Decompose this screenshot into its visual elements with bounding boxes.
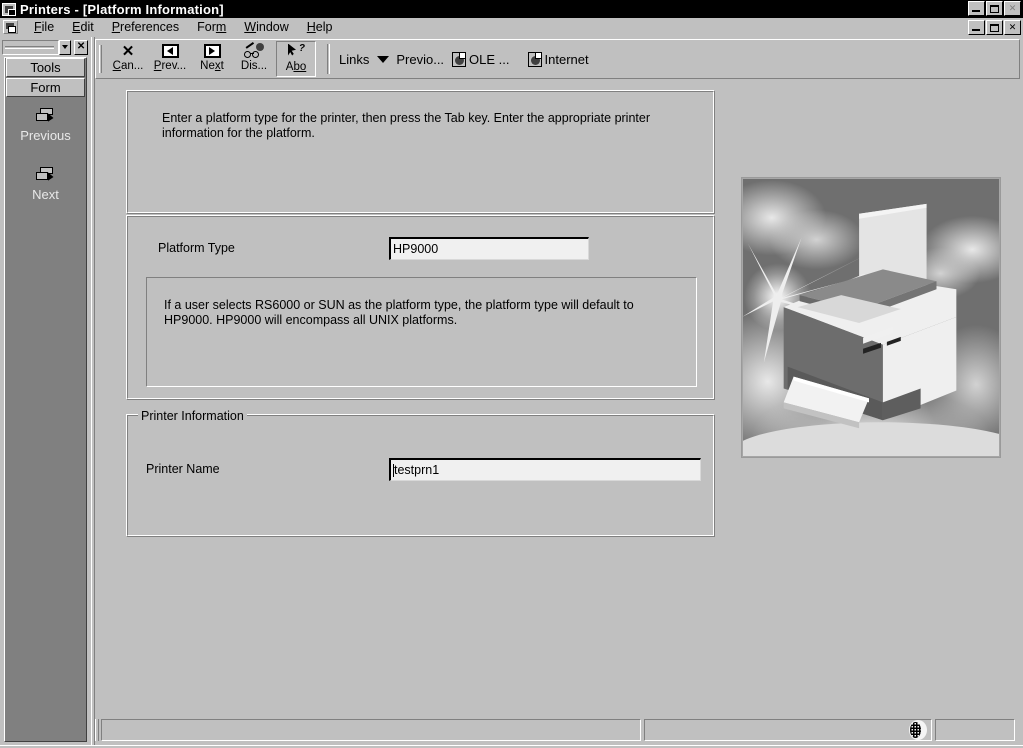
application-window: Printers - [Platform Information] ✕ File… — [0, 0, 1023, 748]
display-glasses-icon — [244, 41, 264, 60]
dock-close-button[interactable]: ✕ — [74, 39, 88, 55]
status-pane-tertiary — [935, 719, 1015, 741]
menu-item-help-label: elp — [315, 20, 333, 34]
toolbar-link-ole[interactable]: OLE ... — [452, 51, 510, 67]
toolbar-button-previous-label: Prev... — [153, 60, 187, 72]
status-pane-secondary — [644, 719, 932, 741]
close-button-inner[interactable]: ✕ — [1004, 20, 1021, 35]
restore-button-outer[interactable] — [986, 1, 1003, 16]
toolbar: ✕ Can... Prev... Next Dis... ? Abo Links… — [95, 39, 1020, 79]
status-bar-row — [95, 719, 1020, 741]
sidebar-item-previous-label: Previous — [20, 128, 71, 143]
platform-type-input[interactable]: HP9000 — [389, 237, 589, 260]
platform-note-box: If a user selects RS6000 or SUN as the p… — [146, 277, 697, 387]
platform-type-value: HP9000 — [393, 242, 439, 256]
toolbar-button-display[interactable]: Dis... — [234, 41, 274, 77]
toolbar-grip[interactable] — [99, 45, 102, 73]
instruction-panel-inner: Enter a platform type for the printer, t… — [127, 91, 714, 213]
printer-name-value: testprn1 — [394, 463, 440, 477]
left-dock: ✕ Tools Form Previous Next — [0, 37, 91, 748]
toolbar-button-cancel[interactable]: ✕ Can... — [108, 41, 148, 77]
sidebar-item-next[interactable]: Next — [5, 167, 86, 202]
previous-record-icon — [35, 108, 56, 125]
form-client-area: Enter a platform type for the printer, t… — [95, 80, 1020, 710]
platform-type-label: Platform Type — [158, 241, 235, 255]
printer-illustration — [741, 177, 1001, 458]
toolbar-button-previous[interactable]: Prev... — [150, 41, 190, 77]
globe-icon — [909, 720, 927, 740]
close-button-outer[interactable]: ✕ — [1004, 1, 1021, 16]
menu-item-preferences-label: references — [120, 20, 180, 34]
sidebar-item-next-label: Next — [32, 187, 59, 202]
window-title: Printers - [Platform Information] — [20, 1, 224, 17]
printer-name-input[interactable]: testprn1 — [389, 458, 701, 481]
platform-panel-inner: Platform Type HP9000 If a user selects R… — [127, 216, 714, 399]
previous-arrow-icon — [161, 42, 179, 60]
instruction-panel: Enter a platform type for the printer, t… — [126, 90, 715, 214]
toolbar-link-internet-label: Internet — [544, 51, 589, 67]
menu-bar: File Edit Preferences Form Window Help ✕ — [0, 18, 1023, 37]
menu-item-help[interactable]: Help — [298, 19, 342, 35]
about-help-pointer-icon: ? — [287, 43, 305, 61]
toolbar-button-about-label: Abo — [285, 61, 307, 73]
toolbar-links-label: Links — [339, 51, 370, 67]
printer-name-label: Printer Name — [146, 462, 220, 476]
sidebar-tab-form[interactable]: Form — [6, 78, 85, 97]
sidebar-tab-tools[interactable]: Tools — [6, 58, 85, 77]
menu-item-window-label: indow — [256, 20, 289, 34]
printer-information-panel: Printer Information Printer Name testprn… — [126, 409, 715, 537]
next-record-icon — [35, 167, 56, 184]
toolbar-button-about[interactable]: ? Abo — [276, 41, 316, 77]
internet-document-icon — [527, 51, 542, 67]
printer-illustration-graphic — [742, 178, 1000, 457]
dock-combo-value — [5, 45, 54, 49]
toolbar-button-display-label: Dis... — [240, 60, 268, 72]
minimize-button-inner[interactable] — [968, 20, 985, 35]
system-menu-icon[interactable] — [3, 20, 18, 34]
dock-combo[interactable] — [2, 39, 59, 55]
title-bar: Printers - [Platform Information] ✕ — [0, 0, 1023, 18]
status-bar — [95, 711, 1020, 745]
menu-item-window[interactable]: Window — [235, 19, 297, 35]
dock-combo-arrow-icon[interactable] — [59, 39, 72, 55]
menu-item-preferences[interactable]: Preferences — [103, 19, 188, 35]
status-bar-grip[interactable] — [95, 719, 99, 741]
toolbar-link-ole-label: OLE ... — [469, 51, 510, 67]
dock-header: ✕ — [2, 39, 88, 55]
menu-item-file[interactable]: File — [25, 19, 63, 35]
sidebar-item-previous[interactable]: Previous — [5, 108, 86, 143]
minimize-button-outer[interactable] — [968, 1, 985, 16]
platform-panel: Platform Type HP9000 If a user selects R… — [126, 215, 715, 400]
restore-button-inner[interactable] — [986, 20, 1003, 35]
menu-item-file-label: ile — [41, 20, 55, 34]
sidebar-panel: Tools Form Previous Next — [4, 57, 87, 742]
instruction-text: Enter a platform type for the printer, t… — [162, 111, 651, 140]
toolbar-link-internet[interactable]: Internet — [527, 51, 589, 67]
ole-document-icon — [452, 51, 467, 67]
menu-item-edit[interactable]: Edit — [63, 19, 103, 35]
printer-information-panel-inner: Printer Information Printer Name testprn… — [127, 409, 714, 536]
menu-item-edit-label: dit — [80, 20, 94, 34]
toolbar-link-previous[interactable]: Previo... — [396, 52, 444, 67]
toolbar-separator — [327, 44, 330, 74]
toolbar-button-next[interactable]: Next — [192, 41, 232, 77]
chevron-down-icon[interactable] — [377, 55, 390, 63]
toolbar-button-next-label: Next — [200, 60, 224, 72]
platform-note-text: If a user selects RS6000 or SUN as the p… — [164, 298, 634, 327]
window-controls-inner: ✕ — [968, 20, 1021, 35]
status-pane-message — [101, 719, 641, 741]
next-arrow-icon — [203, 42, 221, 60]
window-controls-outer: ✕ — [968, 1, 1021, 16]
menu-item-form[interactable]: Form — [188, 19, 235, 35]
printers-app-icon — [2, 2, 16, 16]
toolbar-button-cancel-label: Can... — [112, 60, 144, 72]
cancel-x-icon: ✕ — [121, 42, 135, 60]
printer-information-group-title: Printer Information — [138, 409, 247, 423]
